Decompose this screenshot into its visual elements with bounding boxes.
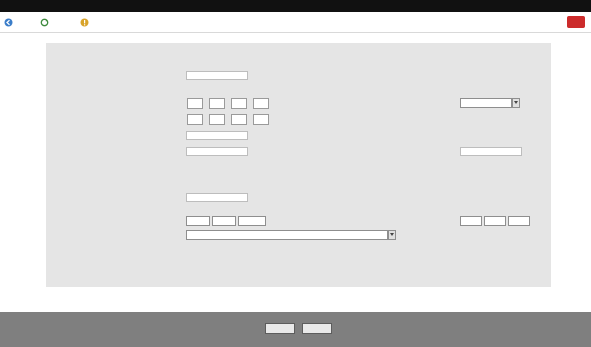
section2-row2-select-3[interactable] [238,216,266,226]
section1-row3-box-4[interactable] [253,98,269,109]
section2-row2-select-2[interactable] [212,216,236,226]
section2-row3-dropdown-button[interactable] [388,230,396,240]
section1-row1-input[interactable] [186,71,248,80]
section1-row4-box-3[interactable] [231,114,247,125]
toolbar-help-button[interactable] [80,16,92,28]
section2-row2-right-select-1[interactable] [460,216,482,226]
section1-row3-right-dropdown-button[interactable] [512,98,520,108]
section2-row2-right-select-3[interactable] [508,216,530,226]
title-bar [0,0,591,12]
toolbar-back-button[interactable] [4,16,16,28]
section2-row3-select[interactable] [186,230,388,240]
settings-panel [46,43,551,287]
refresh-icon [40,18,49,27]
section1-row3-box-3[interactable] [231,98,247,109]
section2-row1-input[interactable] [186,193,248,202]
section1-row4-box-4[interactable] [253,114,269,125]
toolbar [0,12,591,32]
section1-row3-box-1[interactable] [187,98,203,109]
chevron-down-icon [390,233,394,236]
brand-logo [567,16,585,28]
toolbar-refresh-button[interactable] [40,16,52,28]
back-icon [4,18,13,27]
help-icon [80,18,89,27]
section2-row2-right-select-2[interactable] [484,216,506,226]
footer-bar [0,312,591,347]
section1-row3-right-select[interactable] [460,98,512,108]
section1-row4-box-2[interactable] [209,114,225,125]
section1-row5-input[interactable] [186,131,248,140]
section1-row6-input[interactable] [186,147,248,156]
section1-row4-box-1[interactable] [187,114,203,125]
cancel-button[interactable] [302,323,332,334]
section1-row6-right-input[interactable] [460,147,522,156]
chevron-down-icon [514,101,518,104]
section1-row3-box-2[interactable] [209,98,225,109]
ok-button[interactable] [265,323,295,334]
main-content [0,33,591,312]
section2-row2-select-1[interactable] [186,216,210,226]
